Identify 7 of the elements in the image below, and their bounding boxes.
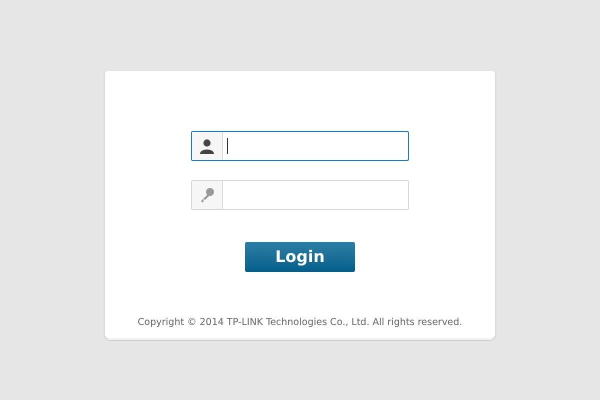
login-button[interactable]: Login xyxy=(245,242,355,272)
copyright-text: Copyright © 2014 TP-LINK Technologies Co., Ltd. All rights reserved. xyxy=(138,316,462,330)
password-field[interactable] xyxy=(191,180,409,210)
username-field[interactable] xyxy=(191,131,409,161)
person-icon xyxy=(199,138,215,154)
text-cursor xyxy=(227,138,228,154)
key-icon xyxy=(199,187,215,203)
